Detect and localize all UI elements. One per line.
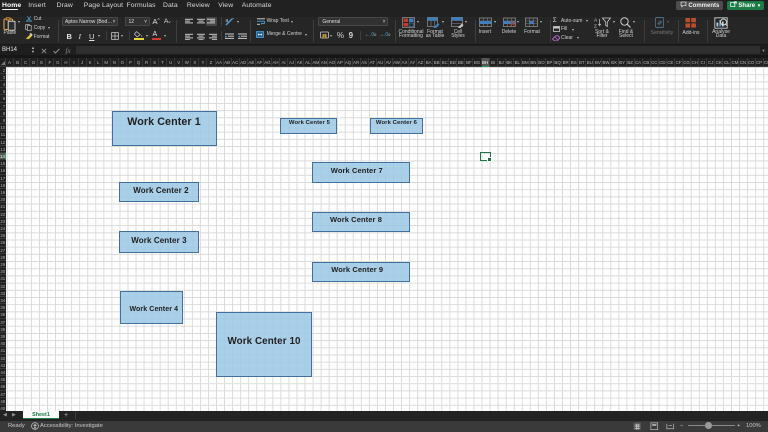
svg-text:a: a <box>226 18 229 24</box>
svg-text:A: A <box>594 17 598 23</box>
svg-text:Z: Z <box>594 23 597 28</box>
